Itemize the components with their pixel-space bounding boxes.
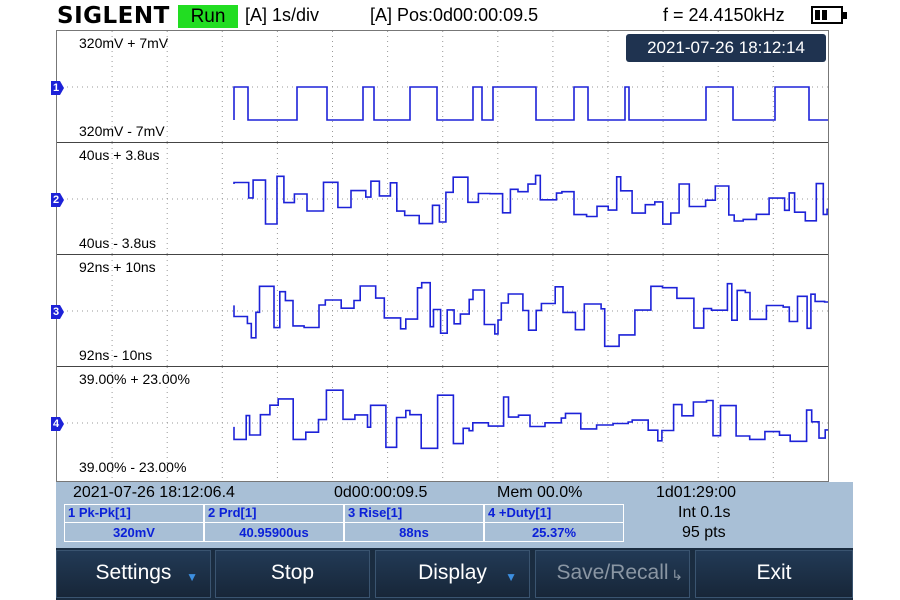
trigger-position-readout[interactable]: [A] Pos:0d00:00:09.5: [370, 5, 538, 26]
run-state-badge[interactable]: Run: [178, 5, 238, 28]
channel-2-marker-label: 2: [52, 194, 60, 206]
panel-3-bottom-label: 92ns - 10ns: [79, 347, 153, 363]
channel-1-marker-icon[interactable]: 1: [51, 81, 65, 95]
stop-label: Stop: [270, 561, 315, 584]
trend-panel-3: 92ns + 10ns 92ns - 10ns 3: [51, 255, 828, 367]
panel-1-bottom-label: 320mV - 7mV: [79, 123, 165, 139]
measurement-2-name: Prd[1]: [218, 505, 257, 520]
save-recall-arrow-icon: ↳: [671, 567, 683, 583]
save-recall-button[interactable]: Save/Recall ↳: [535, 550, 690, 598]
settings-label: Settings: [95, 561, 172, 584]
panel-4-top-label: 39.00% + 23.00%: [79, 371, 190, 387]
measurement-4-number: 4: [488, 505, 496, 520]
display-button[interactable]: Display ▼: [375, 550, 530, 598]
channel-4-marker-icon[interactable]: 4: [51, 417, 65, 431]
battery-icon: [811, 6, 847, 24]
measurement-3-name: Rise[1]: [358, 505, 403, 520]
channel-3-marker-label: 3: [52, 306, 60, 318]
memory-usage: Mem 00.0%: [497, 484, 583, 501]
current-datetime: 2021-07-26 18:12:14: [626, 34, 826, 62]
softkey-menu: Settings ▼ Stop Display ▼ Save/Recall ↳ …: [56, 548, 853, 600]
measurement-1-value: 320mV: [113, 525, 155, 540]
settings-button[interactable]: Settings ▼: [56, 550, 211, 598]
brand-logo: SIGLENT: [57, 3, 170, 29]
measurement-4[interactable]: 4 +Duty[1] 25.37%: [484, 504, 624, 542]
measurement-3[interactable]: 3 Rise[1] 88ns: [344, 504, 484, 542]
measurement-1[interactable]: 1 Pk-Pk[1] 320mV: [64, 504, 204, 542]
save-recall-label: Save/Recall: [556, 561, 669, 584]
point-count: 95 pts: [682, 524, 726, 541]
measurement-1-number: 1: [68, 505, 76, 520]
measurement-2[interactable]: 2 Prd[1] 40.95900us: [204, 504, 344, 542]
measurement-3-number: 3: [348, 505, 356, 520]
start-time: 2021-07-26 18:12:06.4: [73, 484, 235, 501]
stop-button[interactable]: Stop: [215, 550, 370, 598]
waveform-area[interactable]: 320mV + 7mV 320mV - 7mV 1 40us + 3.8us 4…: [51, 30, 829, 482]
panel-2-top-label: 40us + 3.8us: [79, 147, 160, 163]
record-duration: 0d00:00:09.5: [334, 484, 428, 501]
panel-4-bottom-label: 39.00% - 23.00%: [79, 459, 187, 475]
panel-2-bottom-label: 40us - 3.8us: [79, 235, 157, 251]
channel-3-marker-icon[interactable]: 3: [51, 305, 65, 319]
frequency-readout: f = 24.4150kHz: [663, 5, 785, 25]
display-label: Display: [418, 561, 487, 584]
channel-4-marker-label: 4: [52, 418, 60, 430]
sample-interval: Int 0.1s: [678, 504, 731, 521]
measurement-4-value: 25.37%: [531, 525, 577, 540]
trend-panel-2: 40us + 3.8us 40us - 3.8us 2: [51, 143, 828, 255]
display-down-arrow-icon: ▼: [505, 570, 517, 584]
channel-1-marker-label: 1: [52, 82, 60, 94]
panel-1-top-label: 320mV + 7mV: [79, 35, 169, 51]
channel-2-marker-icon[interactable]: 2: [51, 193, 65, 207]
timebase-readout[interactable]: [A] 1s/div: [245, 5, 319, 26]
trend-statistics-bar: 2021-07-26 18:12:06.4 0d00:00:09.5 Mem 0…: [56, 482, 853, 548]
measurement-1-name: Pk-Pk[1]: [78, 505, 131, 520]
measurement-2-value: 40.95900us: [239, 525, 309, 540]
exit-label: Exit: [756, 561, 792, 584]
measurement-4-name: +Duty[1]: [498, 505, 552, 520]
trace-2-plot: [57, 143, 828, 255]
elapsed-time: 1d01:29:00: [656, 484, 737, 501]
status-bar: SIGLENT Run [A] 1s/div [A] Pos:0d00:00:0…: [0, 0, 900, 32]
trace-3-plot: [57, 255, 828, 367]
measurement-3-value: 88ns: [399, 525, 429, 540]
exit-button[interactable]: Exit: [695, 550, 853, 598]
trend-panel-4: 39.00% + 23.00% 39.00% - 23.00% 4: [51, 367, 828, 481]
measurement-2-number: 2: [208, 505, 216, 520]
panel-3-top-label: 92ns + 10ns: [79, 259, 156, 275]
settings-down-arrow-icon: ▼: [186, 570, 198, 584]
